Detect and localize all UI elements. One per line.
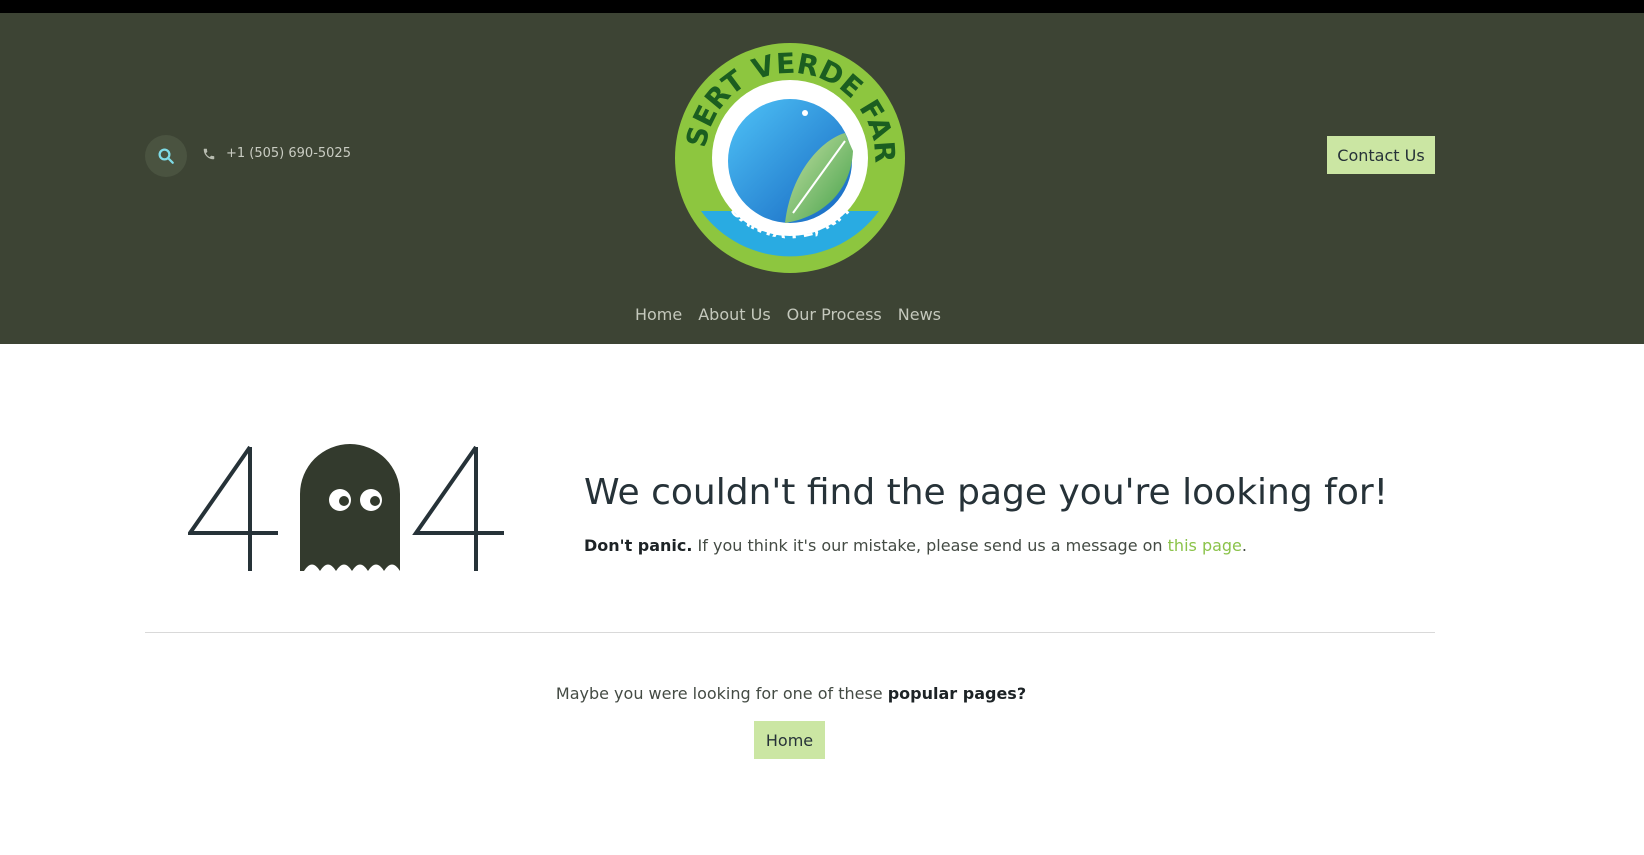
phone-number[interactable]: +1 (505) 690-5025 [226, 146, 351, 161]
this-page-link[interactable]: this page [1168, 536, 1242, 555]
popular-home-button[interactable]: Home [754, 721, 825, 759]
search-button[interactable] [145, 135, 187, 177]
main-nav: Home About Us Our Process News [0, 305, 1576, 324]
error-headline: We couldn't find the page you're looking… [584, 472, 1389, 513]
popular-pages-prompt: Maybe you were looking for one of these … [0, 684, 1582, 703]
popular-pages-bold: popular pages? [887, 684, 1027, 703]
digit-four-left [186, 445, 278, 571]
top-strip [0, 0, 1644, 13]
error-message: Don't panic. If you think it's our mista… [584, 536, 1247, 555]
farm-logo[interactable]: DESERT VERDE FARM SANTA FE, NM [659, 15, 907, 275]
popular-prefix: Maybe you were looking for one of these [555, 684, 888, 703]
digit-four-right [412, 445, 504, 571]
main-content: We couldn't find the page you're looking… [0, 344, 1644, 855]
nav-item-home[interactable]: Home [635, 305, 682, 324]
nav-item-news[interactable]: News [898, 305, 941, 324]
error-message-text: If you think it's our mistake, please se… [692, 536, 1168, 555]
site-header: +1 (505) 690-5025 DESERT VERDE FAR [0, 13, 1644, 344]
nav-item-our-process[interactable]: Our Process [787, 305, 882, 324]
error-code-graphic [186, 444, 518, 578]
phone-contact[interactable]: +1 (505) 690-5025 [202, 146, 351, 161]
nav-item-about-us[interactable]: About Us [698, 305, 770, 324]
section-divider [145, 632, 1435, 633]
ghost-icon [300, 444, 400, 571]
dont-panic-text: Don't panic. [584, 536, 693, 555]
error-message-period: . [1241, 536, 1247, 555]
phone-icon [203, 148, 215, 159]
contact-us-button[interactable]: Contact Us [1327, 136, 1435, 174]
search-icon [158, 148, 174, 164]
